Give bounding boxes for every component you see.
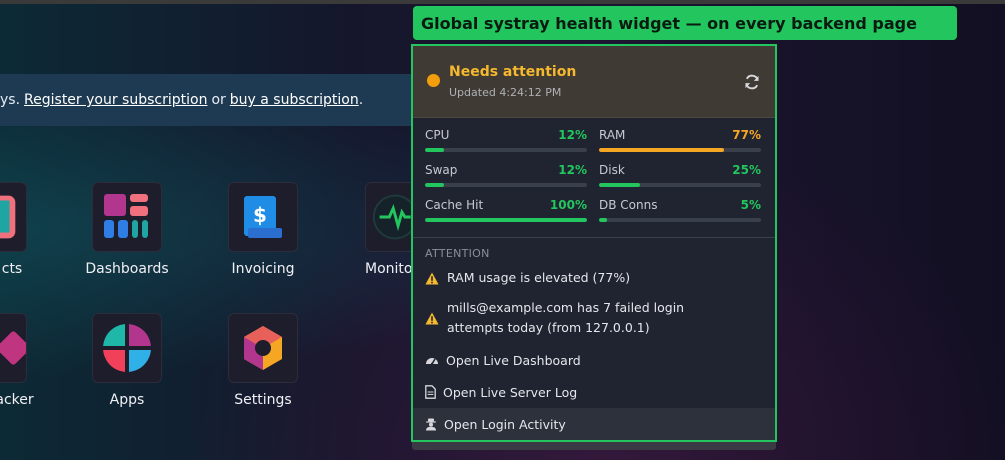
metric-fill — [425, 183, 445, 187]
apps-icon — [92, 313, 162, 383]
metric-name: Cache Hit — [425, 198, 484, 212]
app-dashboards[interactable]: Dashboards — [77, 182, 177, 277]
subscription-banner: ys. Register your subscription or buy a … — [0, 74, 430, 126]
alert-text: mills@example.com has 7 failed login att… — [447, 300, 685, 335]
app-label: Dashboards — [85, 261, 169, 277]
metric-bar — [425, 183, 587, 187]
dashboards-icon — [92, 182, 162, 252]
alert-item: RAM usage is elevated (77%) — [413, 268, 775, 288]
alert-item: mills@example.com has 7 failed login att… — [413, 298, 775, 338]
metric-value: 5% — [740, 198, 761, 212]
open-live-dashboard-link[interactable]: Open Live Dashboard — [413, 344, 775, 376]
open-login-activity-link[interactable]: Open Login Activity — [413, 408, 775, 440]
metric-fill — [425, 148, 445, 152]
app-settings[interactable]: Settings — [213, 313, 313, 408]
metric-bar — [599, 148, 761, 152]
metric-value: 25% — [732, 163, 761, 177]
updated-timestamp: Updated 4:24:12 PM — [449, 86, 562, 99]
metric-bar — [599, 183, 761, 187]
metrics-grid: CPU 12% RAM 77% Swap 12% Disk 25% Cache Hit 1… — [413, 118, 775, 233]
metric-name: CPU — [425, 128, 450, 142]
metric-fill — [425, 218, 587, 222]
document-icon — [425, 385, 436, 399]
alert-text: RAM usage is elevated (77%) — [447, 270, 631, 285]
register-subscription-link[interactable]: Register your subscription — [24, 92, 207, 108]
tracker-icon — [0, 313, 27, 383]
buy-subscription-link[interactable]: buy a subscription — [230, 92, 359, 108]
link-label: Open Live Dashboard — [446, 352, 581, 368]
app-tracker[interactable]: acker — [0, 313, 42, 408]
metric-db-conns: DB Conns 5% — [599, 198, 761, 233]
invoicing-icon: $ — [228, 182, 298, 252]
refresh-icon[interactable] — [743, 73, 761, 91]
settings-icon — [228, 313, 298, 383]
top-bar — [0, 0, 1005, 4]
app-label: acker — [0, 392, 34, 408]
app-invoicing[interactable]: $ Invoicing — [213, 182, 313, 277]
metric-value: 77% — [732, 128, 761, 142]
metric-name: RAM — [599, 128, 626, 142]
app-label: cts — [1, 261, 23, 277]
metric-fill — [599, 218, 608, 222]
metric-value: 12% — [558, 163, 587, 177]
open-live-server-log-link[interactable]: Open Live Server Log — [413, 376, 775, 408]
metric-bar — [425, 218, 587, 222]
banner-or: or — [211, 92, 226, 108]
metric-bar — [599, 218, 761, 222]
metric-cache-hit: Cache Hit 100% — [425, 198, 587, 233]
svg-text:$: $ — [253, 203, 267, 227]
link-label: Open Login Activity — [444, 416, 566, 432]
metric-cpu: CPU 12% — [425, 128, 587, 163]
metric-name: Swap — [425, 163, 458, 177]
link-label: Open Live Server Log — [443, 384, 578, 400]
attention-heading: ATTENTION — [425, 247, 490, 260]
app-label: Invoicing — [231, 261, 295, 277]
metric-name: Disk — [599, 163, 625, 177]
metric-value: 100% — [549, 198, 587, 212]
user-secret-icon — [426, 418, 436, 430]
metric-bar — [425, 148, 587, 152]
status-dot-icon — [427, 74, 440, 87]
health-widget-dropdown: Needs attention Updated 4:24:12 PM CPU 12… — [411, 44, 777, 442]
banner-prefix: ys. — [0, 92, 21, 108]
warning-icon — [425, 312, 439, 325]
metric-fill — [599, 148, 724, 152]
metric-swap: Swap 12% — [425, 163, 587, 198]
warning-icon — [425, 272, 439, 285]
metric-ram: RAM 77% — [599, 128, 761, 163]
banner-suffix: . — [358, 92, 364, 108]
dashboard-gauge-icon — [426, 358, 438, 366]
metric-name: DB Conns — [599, 198, 658, 212]
app-label: Apps — [109, 392, 145, 408]
annotation-callout: Global systray health widget — on every … — [413, 6, 957, 40]
metric-value: 12% — [558, 128, 587, 142]
metric-disk: Disk 25% — [599, 163, 761, 198]
widget-header: Needs attention Updated 4:24:12 PM — [413, 46, 775, 118]
app-label: Settings — [234, 392, 292, 408]
app-apps[interactable]: Apps — [77, 313, 177, 408]
metric-fill — [599, 183, 640, 187]
status-title: Needs attention — [449, 64, 577, 80]
app-contacts[interactable]: cts — [0, 182, 42, 277]
contacts-icon — [0, 182, 27, 252]
